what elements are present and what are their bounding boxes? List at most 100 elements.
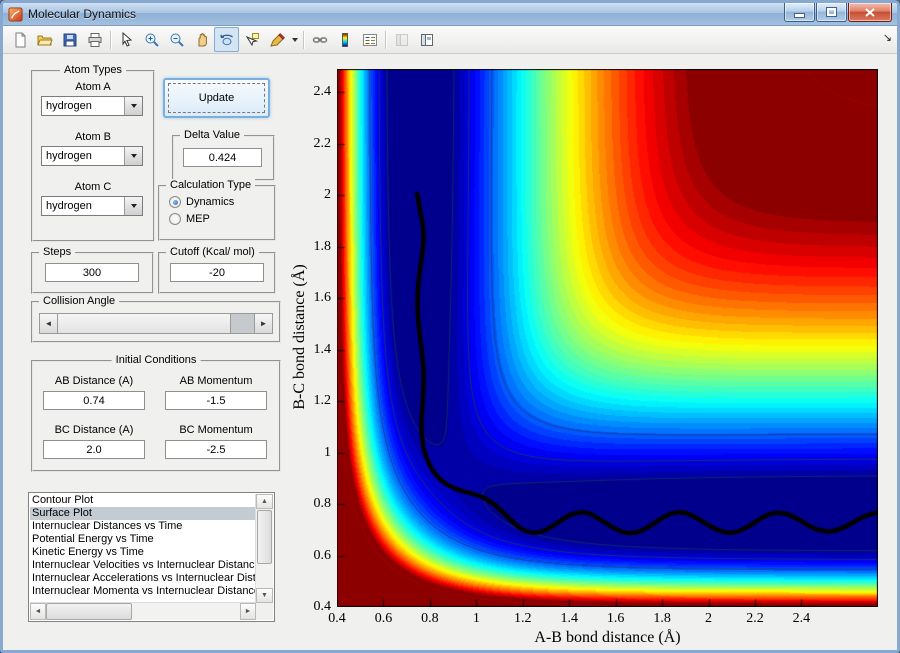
brush-button[interactable]	[264, 27, 289, 52]
atom-c-dropdown[interactable]: hydrogen	[41, 196, 143, 216]
dropdown-arrow-button[interactable]	[124, 147, 142, 165]
delta-value-field[interactable]	[183, 148, 262, 167]
atom-a-label: Atom A	[75, 81, 111, 93]
calculation-type-options: Dynamics MEP	[169, 196, 234, 230]
list-item[interactable]: Internuclear Momenta vs Internuclear Dis…	[30, 585, 256, 598]
radio-option[interactable]: MEP	[169, 213, 234, 225]
list-item[interactable]: Kinetic Energy vs Time	[30, 546, 256, 559]
radio-button-icon[interactable]	[169, 213, 181, 225]
list-item[interactable]: Potential Energy vs Time	[30, 533, 256, 546]
show-plot-tools-button[interactable]	[414, 27, 439, 52]
hide-plot-tools-button[interactable]	[389, 27, 414, 52]
potential-surface-canvas	[337, 69, 878, 607]
new-file-button[interactable]	[7, 27, 32, 52]
scroll-down-button[interactable]: ▼	[256, 588, 273, 603]
x-tick-label: 1	[472, 611, 480, 626]
link-plot-button[interactable]	[307, 27, 332, 52]
minimize-button[interactable]	[784, 3, 815, 22]
slider-left-arrow[interactable]: ◄	[40, 314, 58, 333]
save-button[interactable]	[57, 27, 82, 52]
list-item[interactable]: Internuclear Distances vs Time	[30, 520, 256, 533]
steps-field[interactable]	[45, 263, 139, 282]
atom-b-value: hydrogen	[46, 150, 92, 162]
x-tick-label: 2	[705, 611, 712, 626]
ab-momentum-field[interactable]	[165, 391, 267, 410]
list-item[interactable]: Contour Plot	[30, 494, 256, 507]
plot-type-items: Contour Plot Surface Plot Internuclear Dis…	[30, 494, 256, 603]
atom-types-title: Atom Types	[60, 64, 126, 76]
zoom-out-icon	[170, 33, 184, 47]
ab-momentum-label: AB Momentum	[179, 375, 253, 387]
insert-legend-button[interactable]	[357, 27, 382, 52]
zoom-in-icon	[145, 33, 159, 47]
rotate-3d-button[interactable]	[214, 27, 239, 52]
cutoff-field[interactable]	[170, 263, 264, 282]
close-button[interactable]	[848, 3, 892, 22]
edit-plot-button[interactable]	[114, 27, 139, 52]
horizontal-scroll-track[interactable]	[132, 603, 240, 620]
bc-distance-field[interactable]	[43, 440, 145, 459]
brush-dropdown-button[interactable]	[289, 28, 300, 51]
calculation-type-group: Calculation Type Dynamics MEP	[158, 179, 276, 241]
printer-icon	[88, 32, 101, 47]
scroll-up-button[interactable]: ▲	[256, 494, 273, 509]
data-cursor-button[interactable]	[239, 27, 264, 52]
vertical-scrollbar[interactable]: ▲ ▼	[255, 494, 273, 603]
radio-button-icon[interactable]	[169, 196, 181, 208]
horizontal-scrollbar[interactable]: ◄ ►	[30, 602, 256, 620]
pan-button[interactable]	[189, 27, 214, 52]
scroll-left-button[interactable]: ◄	[30, 603, 46, 620]
vertical-scroll-thumb[interactable]	[257, 510, 272, 564]
atom-b-dropdown[interactable]: hydrogen	[41, 146, 143, 166]
scroll-right-button[interactable]: ►	[240, 603, 256, 620]
rotate-3d-icon	[219, 34, 233, 45]
list-item[interactable]: Internuclear Accelerations vs Internucle…	[30, 572, 256, 585]
brush-icon	[269, 32, 285, 47]
link-chain-icon	[312, 36, 327, 43]
slider-thumb[interactable]	[58, 314, 231, 333]
y-tick-label: 0.6	[313, 547, 332, 563]
pointer-arrow-icon	[122, 31, 132, 47]
open-file-button[interactable]	[32, 27, 57, 52]
titlebar[interactable]: Molecular Dynamics	[3, 3, 897, 26]
slider-right-arrow[interactable]: ►	[254, 314, 272, 333]
figure-toolbar: ↘	[3, 26, 897, 54]
atom-a-dropdown[interactable]: hydrogen	[41, 96, 143, 116]
toolbar-separator	[303, 30, 304, 49]
close-icon	[865, 7, 875, 17]
zoom-out-button[interactable]	[164, 27, 189, 52]
dropdown-arrow-button[interactable]	[124, 97, 142, 115]
horizontal-scroll-thumb[interactable]	[46, 603, 132, 620]
chevron-down-icon	[130, 104, 137, 108]
bc-momentum-field[interactable]	[165, 440, 267, 459]
collision-angle-slider[interactable]: ◄ ►	[39, 313, 273, 334]
x-axis-label: A-B bond distance (Å)	[534, 629, 681, 646]
x-tick-label: 1.4	[560, 611, 578, 626]
update-button[interactable]: Update	[163, 78, 270, 118]
slider-track[interactable]	[231, 314, 254, 333]
initial-conditions-title: Initial Conditions	[111, 354, 201, 366]
maximize-button[interactable]	[816, 3, 847, 22]
x-tick-label: 0.8	[421, 611, 439, 626]
initial-conditions-group: Initial Conditions AB Distance (A) AB Mo…	[31, 354, 281, 472]
chevron-down-icon	[130, 154, 137, 158]
x-tick-label: 0.6	[374, 611, 393, 626]
toolbar-separator	[110, 30, 111, 49]
y-axis-label: B-C bond distance (Å)	[291, 264, 308, 410]
zoom-in-button[interactable]	[139, 27, 164, 52]
dock-figure-icon[interactable]: ↘	[883, 31, 892, 44]
show-plot-tools-icon	[420, 33, 433, 46]
radio-label: MEP	[186, 213, 210, 225]
radio-option[interactable]: Dynamics	[169, 196, 234, 208]
list-item[interactable]: Surface Plot	[30, 507, 256, 520]
insert-colorbar-button[interactable]	[332, 27, 357, 52]
ab-distance-field[interactable]	[43, 391, 145, 410]
list-item[interactable]: Internuclear Velocities vs Internuclear …	[30, 559, 256, 572]
atom-b-label: Atom B	[74, 131, 112, 143]
hand-icon	[198, 32, 207, 46]
print-button[interactable]	[82, 27, 107, 52]
delta-value-title: Delta Value	[180, 129, 245, 141]
hide-plot-tools-icon	[395, 33, 408, 46]
plot-type-list[interactable]: Contour Plot Surface Plot Internuclear Dis…	[28, 492, 275, 622]
dropdown-arrow-button[interactable]	[124, 197, 142, 215]
